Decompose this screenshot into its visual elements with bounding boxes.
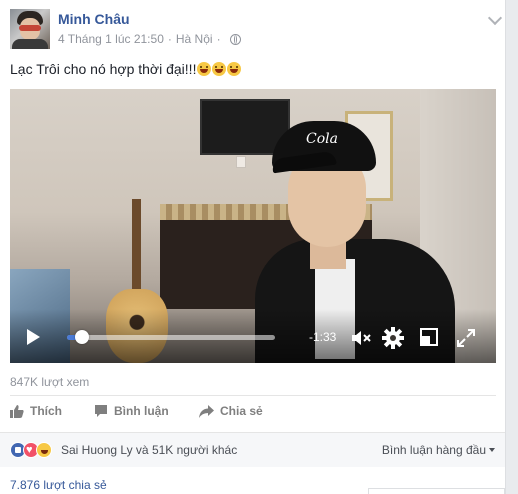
cap-logo-text: Cola: [306, 131, 338, 147]
pip-icon[interactable]: [420, 328, 438, 346]
comment-box[interactable]: [368, 488, 505, 494]
view-count: 847K lượt xem: [10, 375, 90, 389]
time-remaining: -1:33: [309, 330, 337, 344]
post-meta: 4 Tháng 1 lúc 21:50 · Hà Nội ·: [58, 32, 241, 46]
gear-icon[interactable]: [382, 327, 404, 349]
action-bar: Thích Bình luận Chia sẻ: [10, 404, 496, 424]
chevron-down-icon[interactable]: [487, 10, 503, 26]
share-count[interactable]: 7.876 lượt chia sẻ: [10, 478, 107, 492]
comment-icon: [95, 405, 107, 417]
post-card: Minh Châu 4 Tháng 1 lúc 21:50 · Hà Nội ·…: [0, 0, 506, 494]
post-location[interactable]: Hà Nội: [176, 32, 213, 46]
comment-label: Bình luận: [114, 404, 169, 418]
comment-sort-dropdown[interactable]: Bình luận hàng đầu: [382, 443, 495, 457]
reaction-icons[interactable]: [10, 442, 56, 458]
share-icon: [199, 404, 214, 418]
video-progress-bar[interactable]: [67, 330, 275, 344]
thumbs-up-icon: [10, 405, 24, 418]
meta-separator: ·: [167, 32, 172, 46]
divider: [10, 395, 496, 396]
mute-icon[interactable]: [351, 329, 373, 347]
share-button[interactable]: Chia sẻ: [199, 404, 263, 418]
like-button[interactable]: Thích: [10, 404, 62, 418]
reaction-summary: Sai Huong Ly và 51K người khác Bình luận…: [0, 432, 505, 467]
caption-text: Lạc Trôi cho nó hợp thời đại!!!: [10, 61, 197, 77]
avatar[interactable]: [10, 9, 50, 49]
globe-icon[interactable]: [229, 33, 241, 45]
author-name[interactable]: Minh Châu: [58, 11, 130, 27]
fullscreen-icon[interactable]: [456, 328, 476, 348]
post-caption: Lạc Trôi cho nó hợp thời đại!!!: [10, 61, 242, 77]
video-player[interactable]: Cola: [10, 89, 496, 363]
tongue-emoji-icon: [197, 62, 212, 76]
video-controls: -1:33: [10, 325, 496, 351]
like-label: Thích: [30, 404, 62, 418]
share-label: Chia sẻ: [220, 404, 263, 418]
progress-thumb[interactable]: [74, 330, 89, 344]
post-timestamp[interactable]: 4 Tháng 1 lúc 21:50: [58, 32, 164, 46]
reaction-count[interactable]: Sai Huong Ly và 51K người khác: [61, 443, 237, 457]
post-header: Minh Châu 4 Tháng 1 lúc 21:50 · Hà Nội ·: [10, 9, 503, 51]
caret-down-icon: [489, 448, 495, 452]
haha-icon: [36, 442, 52, 458]
tongue-emoji-icon: [212, 62, 227, 76]
sort-label: Bình luận hàng đầu: [381, 443, 486, 457]
comment-button[interactable]: Bình luận: [94, 404, 169, 418]
tongue-emoji-icon: [227, 62, 242, 76]
meta-separator: ·: [216, 32, 221, 46]
play-icon[interactable]: [27, 329, 40, 345]
